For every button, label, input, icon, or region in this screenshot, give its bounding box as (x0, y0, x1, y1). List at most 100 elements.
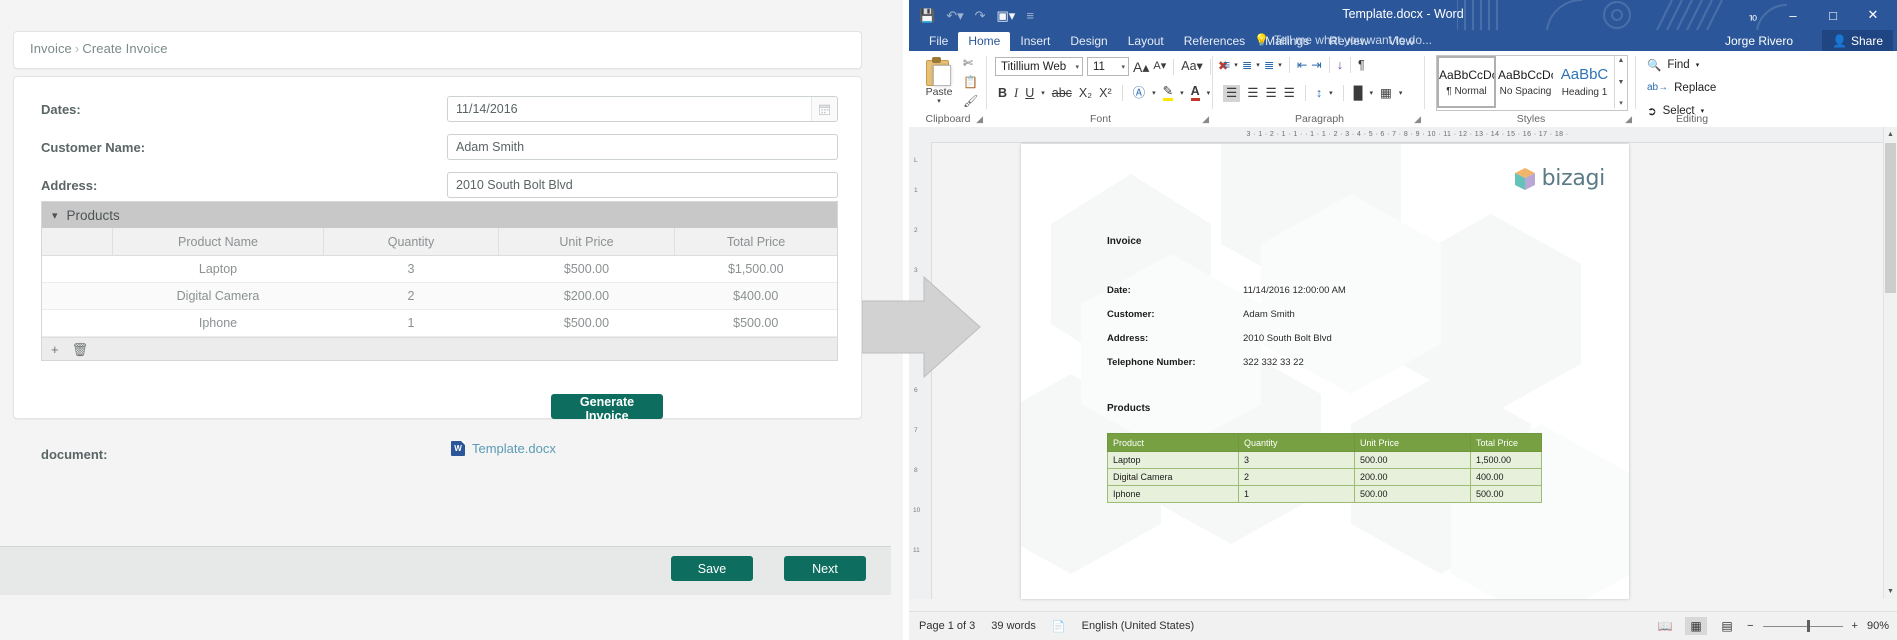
read-mode-icon[interactable]: 📖 (1654, 617, 1676, 635)
replace-button[interactable]: ab→ Replace (1647, 79, 1716, 96)
paragraph-dialog-launcher[interactable]: ◢ (1414, 114, 1421, 125)
chevron-down-icon[interactable]: ▾ (1152, 90, 1156, 97)
input-address[interactable] (447, 172, 838, 198)
calendar-icon[interactable] (811, 97, 837, 121)
chevron-down-icon[interactable]: ▾ (1278, 62, 1282, 69)
change-case-icon[interactable]: Aa▾ (1181, 60, 1203, 73)
multilevel-list-icon[interactable]: ≣ (1264, 59, 1274, 72)
document-file-link[interactable]: Template.docx (472, 441, 556, 456)
font-dialog-launcher[interactable]: ◢ (1202, 114, 1209, 125)
shading-icon[interactable]: █ (1354, 87, 1363, 100)
share-button[interactable]: 👤 Share (1822, 30, 1893, 51)
tab-design[interactable]: Design (1060, 32, 1117, 51)
chevron-down-icon[interactable]: ▾ (1207, 90, 1211, 97)
tab-file[interactable]: File (919, 32, 958, 51)
show-marks-icon[interactable]: ¶ (1358, 59, 1365, 72)
align-center-icon[interactable]: ☰ (1247, 87, 1258, 100)
breadcrumb-root[interactable]: Invoice (30, 41, 72, 56)
web-layout-icon[interactable]: ▤ (1716, 617, 1738, 635)
scroll-up-icon[interactable]: ▲ (1618, 57, 1625, 64)
status-words[interactable]: 39 words (991, 620, 1036, 632)
status-page[interactable]: Page 1 of 3 (919, 620, 975, 632)
align-left-icon[interactable]: ☰ (1223, 85, 1241, 102)
close-icon[interactable]: ✕ (1853, 0, 1893, 30)
text-highlight-icon[interactable]: ✎ (1162, 85, 1174, 101)
sort-icon[interactable]: ↓ (1337, 59, 1343, 72)
superscript-icon[interactable]: X² (1099, 87, 1112, 100)
vertical-scrollbar[interactable]: ▲ ▼ (1883, 127, 1897, 599)
justify-icon[interactable]: ☰ (1284, 87, 1295, 100)
copy-icon[interactable]: 📋 (963, 76, 978, 88)
increase-indent-icon[interactable]: ⇥ (1311, 59, 1321, 72)
style-heading-1[interactable]: AaBbC Heading 1 (1555, 56, 1614, 108)
row-selector[interactable] (42, 309, 113, 337)
find-button[interactable]: 🔍 Find ▾ (1647, 56, 1716, 73)
subscript-icon[interactable]: X₂ (1079, 87, 1092, 100)
chevron-down-icon[interactable]: ▾ (1399, 90, 1403, 97)
decrease-indent-icon[interactable]: ⇤ (1297, 59, 1307, 72)
ribbon-display-options-icon[interactable]: ⏨ (1733, 0, 1773, 30)
status-language[interactable]: English (United States) (1082, 620, 1195, 632)
proofing-icon[interactable]: 📄 (1052, 620, 1066, 633)
style-no-spacing[interactable]: AaBbCcDc No Spacing (1496, 56, 1555, 108)
font-color-icon[interactable]: A (1190, 85, 1200, 101)
style-normal[interactable]: AaBbCcDc ¶ Normal (1437, 56, 1496, 108)
tab-layout[interactable]: Layout (1118, 32, 1174, 51)
horizontal-ruler[interactable]: 3 · 1 · 2 · 1 · 1 · · 1 · 1 · 2 · 3 · 4 … (931, 127, 1884, 143)
shrink-font-icon[interactable]: A▾ (1153, 61, 1166, 72)
minimize-icon[interactable]: – (1773, 0, 1813, 30)
chevron-down-icon[interactable]: ▾ (937, 98, 941, 105)
document-attachment[interactable]: W Template.docx (451, 441, 556, 456)
chevron-down-icon[interactable]: ▾ (1696, 61, 1700, 69)
chevron-down-icon[interactable]: ▾ (1234, 62, 1238, 69)
chevron-down-icon[interactable]: ▾ (1041, 90, 1045, 97)
trash-icon[interactable]: 🗑 (72, 343, 89, 356)
font-name-combo[interactable]: Titillium Web ▾ (995, 57, 1083, 76)
scroll-down-icon[interactable]: ▼ (1884, 584, 1897, 599)
tab-insert[interactable]: Insert (1010, 32, 1060, 51)
bold-icon[interactable]: B (998, 87, 1007, 100)
line-spacing-icon[interactable]: ↕ (1316, 87, 1322, 100)
table-row[interactable]: Digital Camera 2 $200.00 $400.00 (42, 282, 837, 310)
save-button[interactable]: Save (671, 556, 753, 581)
zoom-knob[interactable] (1806, 620, 1810, 632)
paste-button[interactable]: Paste ▾ (917, 55, 961, 117)
scrollbar-thumb[interactable] (1885, 143, 1896, 293)
scroll-down-icon[interactable]: ▼ (1618, 79, 1625, 86)
grow-font-icon[interactable]: A▴ (1133, 60, 1149, 74)
styles-dialog-launcher[interactable]: ◢ (1625, 114, 1632, 125)
numbering-icon[interactable]: ≣ (1242, 59, 1252, 72)
underline-icon[interactable]: U (1025, 87, 1034, 100)
input-dates[interactable] (447, 96, 838, 122)
maximize-icon[interactable]: □ (1813, 0, 1853, 30)
tab-references[interactable]: References (1174, 32, 1255, 51)
chevron-down-icon[interactable]: ▾ (1256, 62, 1260, 69)
italic-icon[interactable]: I (1014, 87, 1018, 100)
products-grid-header[interactable]: ▾ Products (42, 202, 837, 228)
clipboard-dialog-launcher[interactable]: ◢ (976, 114, 983, 125)
generate-invoice-button[interactable]: Generate Invoice (551, 394, 663, 423)
zoom-slider[interactable] (1762, 620, 1843, 632)
text-effects-icon[interactable]: Ⓐ (1133, 87, 1146, 100)
strikethrough-icon[interactable]: abc (1052, 87, 1072, 100)
zoom-in-button[interactable]: + (1852, 620, 1858, 632)
row-selector[interactable] (42, 255, 113, 283)
font-size-combo[interactable]: 11 ▾ (1087, 57, 1129, 76)
styles-more-icon[interactable]: ▾ (1619, 100, 1623, 107)
tab-home[interactable]: Home (958, 32, 1011, 51)
chevron-down-icon[interactable]: ▾ (1329, 90, 1333, 97)
table-row[interactable]: Laptop 3 $500.00 $1,500.00 (42, 255, 837, 283)
scroll-up-icon[interactable]: ▲ (1884, 127, 1897, 142)
cut-icon[interactable]: ✄ (963, 57, 978, 69)
zoom-level[interactable]: 90% (1867, 620, 1889, 632)
chevron-down-icon[interactable]: ▾ (1370, 90, 1374, 97)
input-customer-name[interactable] (447, 134, 838, 160)
print-layout-icon[interactable]: ▦ (1685, 617, 1708, 635)
borders-icon[interactable]: ▦ (1380, 87, 1392, 100)
account-name[interactable]: Jorge Rivero (1725, 34, 1793, 48)
chevron-down-icon[interactable]: ▾ (52, 209, 58, 222)
bullets-icon[interactable]: ≡ (1223, 59, 1230, 72)
align-right-icon[interactable]: ☰ (1265, 87, 1276, 100)
format-painter-icon[interactable]: 🖌 (963, 95, 978, 107)
zoom-out-button[interactable]: − (1747, 620, 1753, 632)
